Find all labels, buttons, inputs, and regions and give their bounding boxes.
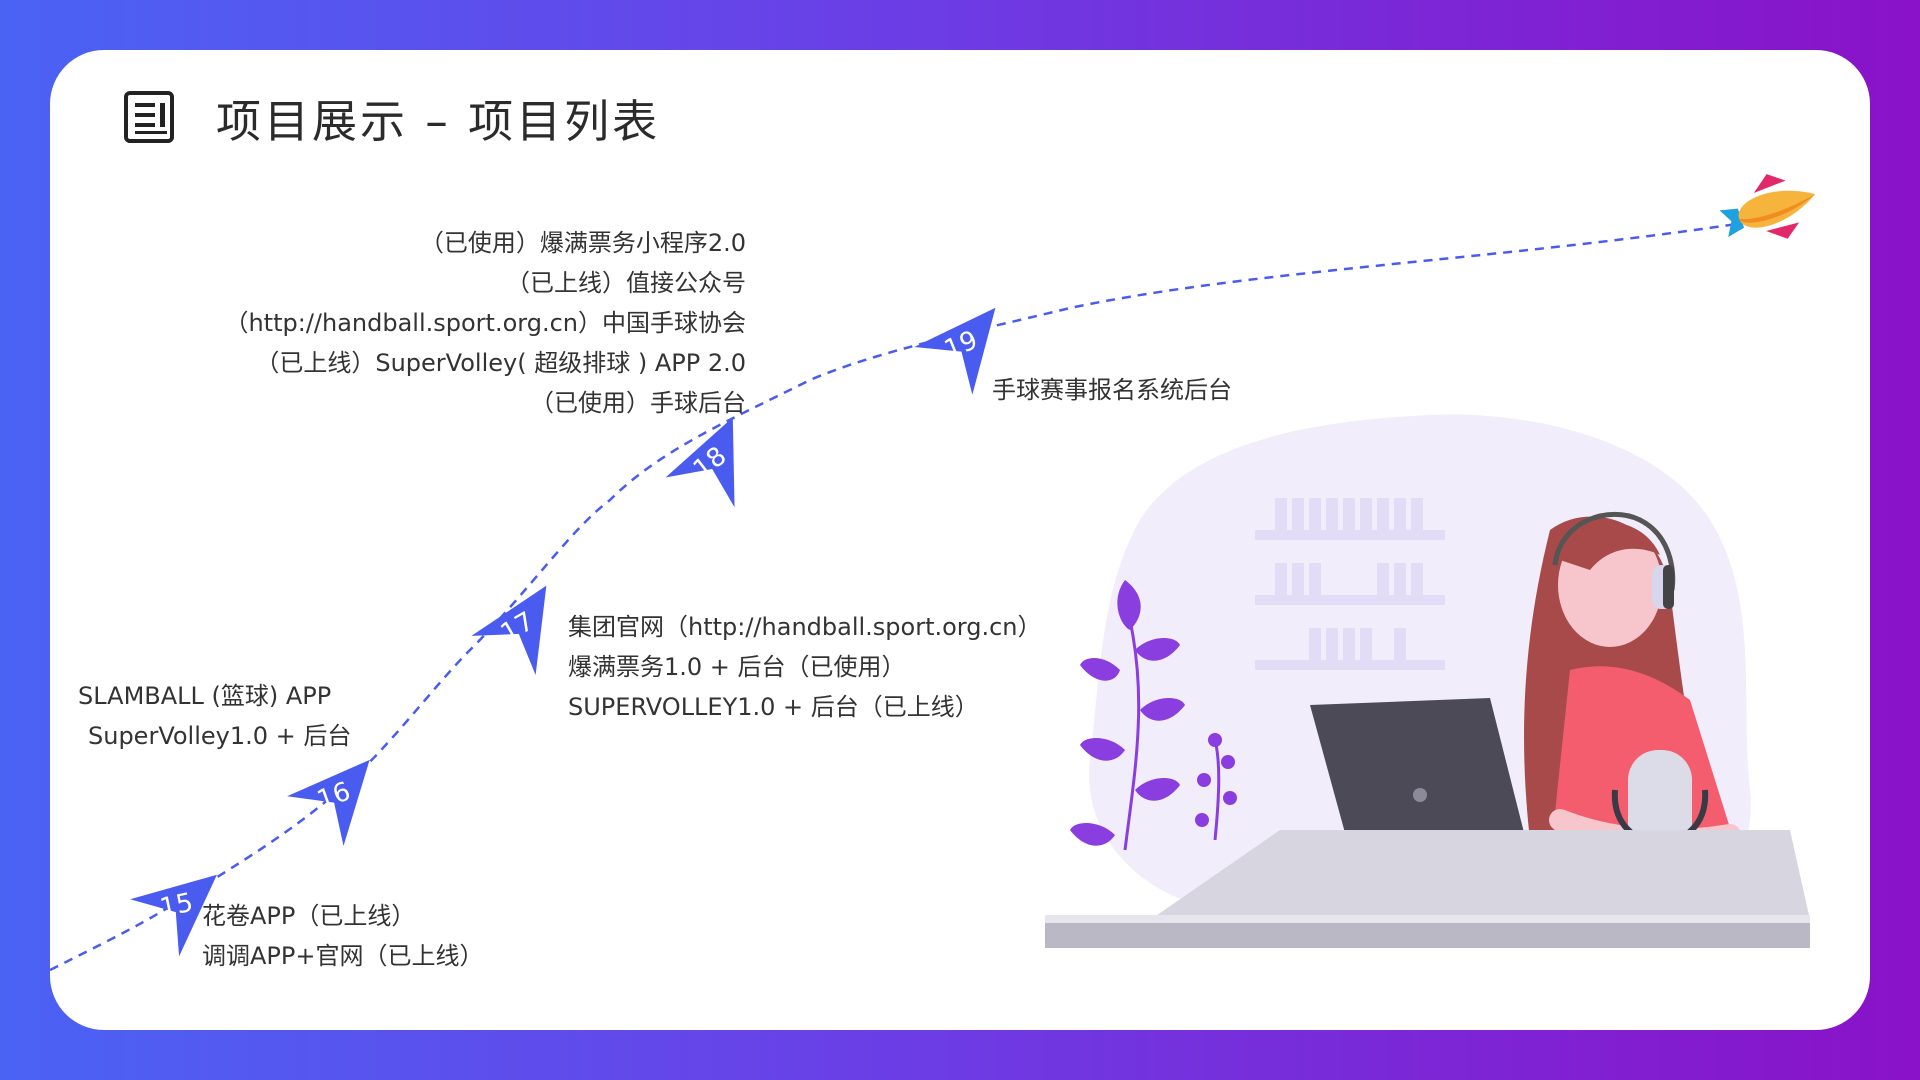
- milestone-18-line: （http://handball.sport.org.cn）中国手球协会: [224, 309, 746, 337]
- milestone-18-line: （已使用）爆满票务小程序2.0: [419, 229, 746, 257]
- timeline-graphic: 1516171819: [50, 174, 1816, 972]
- milestone-16-note: SLAMBALL (篮球) APP SuperVolley1.0 + 后台: [78, 676, 351, 756]
- milestone-17-line: 爆满票务1.0 + 后台（已使用）: [568, 653, 906, 681]
- milestone-19-note: 手球赛事报名系统后台: [992, 370, 1232, 410]
- milestone-marker-16: 16: [287, 759, 370, 846]
- header: 项目展示 – 项目列表: [122, 72, 660, 162]
- milestone-16-line: SLAMBALL (篮球) APP: [78, 682, 332, 710]
- milestone-marker-17: 17: [471, 585, 547, 676]
- milestone-15-line: 调调APP+官网（已上线）: [202, 942, 484, 970]
- milestone-17-line: 集团官网（http://handball.sport.org.cn）: [568, 613, 1042, 641]
- milestone-17-line: SUPERVOLLEY1.0 + 后台（已上线）: [568, 693, 979, 721]
- milestone-15-line: 花卷APP（已上线）: [202, 902, 416, 930]
- milestone-marker-18: 18: [665, 417, 735, 508]
- milestone-15-note: 花卷APP（已上线） 调调APP+官网（已上线）: [202, 896, 483, 976]
- milestone-16-line: SuperVolley1.0 + 后台: [88, 722, 352, 750]
- milestone-18-line: （已上线）SuperVolley( 超级排球 ) APP 2.0: [255, 349, 746, 377]
- milestone-19-line: 手球赛事报名系统后台: [992, 376, 1232, 404]
- milestone-18-line: （已使用）手球后台: [530, 389, 746, 417]
- milestone-18-note: （已使用）爆满票务小程序2.0 （已上线）值接公众号 （http://handb…: [224, 223, 746, 423]
- rocket-icon: [1719, 174, 1816, 239]
- document-icon: [124, 91, 174, 143]
- milestone-18-line: （已上线）值接公众号: [506, 269, 746, 297]
- slide-card: 15 16 17 18 19 项目展示 – 项目列表 花卷APP（已上线） 调调APP+…: [50, 50, 1870, 1030]
- milestone-17-note: 集团官网（http://handball.sport.org.cn） 爆满票务1…: [568, 607, 1042, 727]
- page-title: 项目展示 – 项目列表: [216, 94, 661, 148]
